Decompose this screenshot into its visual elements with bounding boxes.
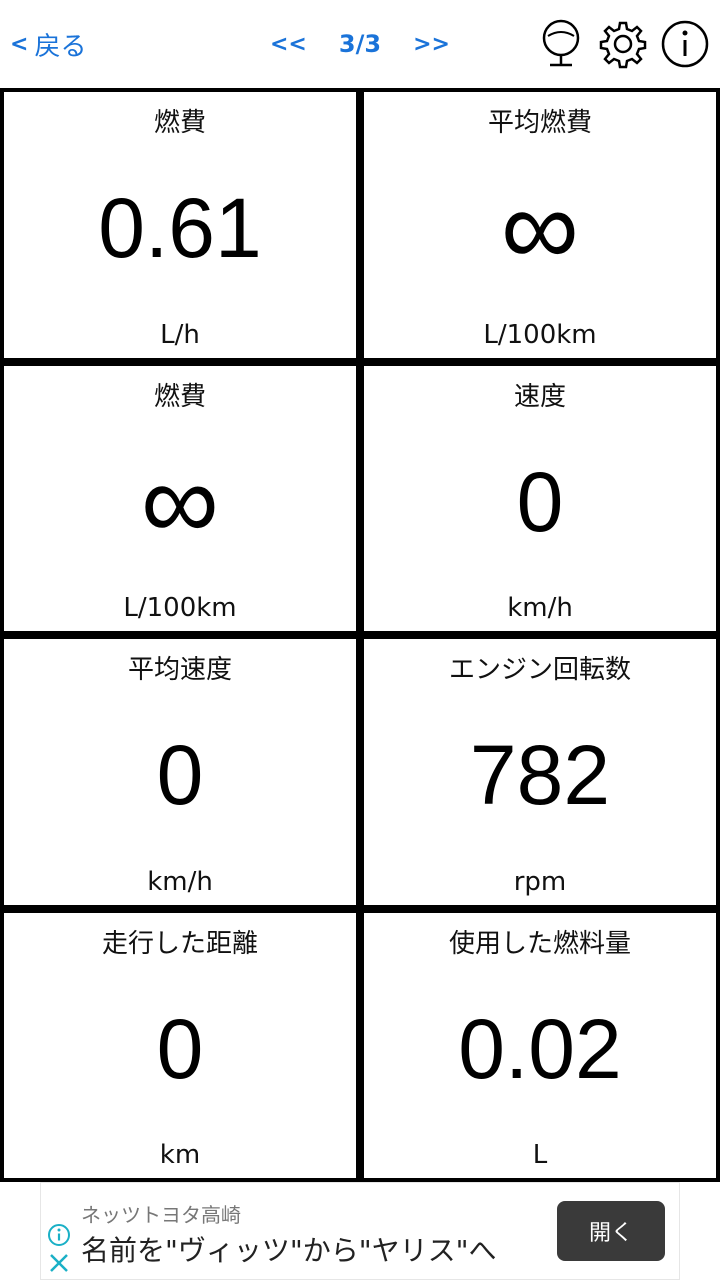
- gauge-label: 使用した燃料量: [448, 928, 631, 959]
- gauge-unit: km/h: [507, 593, 573, 623]
- gauge-label: 平均速度: [127, 655, 232, 685]
- gauge-fuel-consumption-per-distance[interactable]: 燃費 ∞ L/100km: [4, 365, 356, 631]
- gauge-value: 0.02: [458, 1001, 622, 1096]
- gauge-distance-traveled[interactable]: 走行した距離 0 km: [4, 912, 356, 1178]
- gauge-fuel-used[interactable]: 使用した燃料量 0.02 L: [364, 912, 716, 1178]
- gauge-unit: km/h: [147, 866, 213, 897]
- gauge-unit: km: [159, 1140, 201, 1170]
- gauge-value: ∞: [500, 166, 580, 289]
- previous-page-button[interactable]: <<: [270, 32, 307, 57]
- gauge-fuel-consumption-per-hour[interactable]: 燃費 0.61 L/h: [4, 92, 356, 358]
- gauge-label: エンジン回転数: [448, 655, 631, 685]
- info-icon[interactable]: [658, 17, 712, 71]
- gauge-unit: L/100km: [483, 319, 597, 350]
- ad-open-button[interactable]: 開く: [557, 1201, 665, 1261]
- top-bar: < 戻る << 3/3 >>: [0, 0, 720, 88]
- gauge-grid: 燃費 0.61 L/h 平均燃費 ∞ L/100km 燃費 ∞ L/100km …: [0, 88, 720, 1182]
- gauge-label: 走行した距離: [101, 928, 258, 959]
- gauge-unit: L: [532, 1140, 548, 1170]
- ad-info-icon[interactable]: [47, 1223, 71, 1247]
- ad-headline[interactable]: 名前を"ヴィッツ"から"ヤリス"へ: [81, 1229, 497, 1269]
- back-label: 戻る: [34, 31, 87, 62]
- back-button[interactable]: < 戻る: [10, 26, 86, 62]
- gauge-average-speed[interactable]: 平均速度 0 km/h: [4, 639, 356, 905]
- ad-banner[interactable]: ネッツトヨタ高崎 名前を"ヴィッツ"から"ヤリス"へ 開く: [40, 1182, 680, 1280]
- back-chevron-icon: <: [10, 31, 29, 57]
- gauge-value: 0.61: [98, 181, 262, 275]
- gauge-label: 燃費: [153, 108, 206, 138]
- gauge-value: 0: [156, 1001, 204, 1096]
- next-page-button[interactable]: >>: [413, 32, 450, 57]
- page-indicator: 3/3: [338, 30, 382, 58]
- ad-close-icon[interactable]: [47, 1251, 71, 1275]
- gauge-engine-rpm[interactable]: エンジン回転数 782 rpm: [364, 639, 716, 905]
- gauge-value: ∞: [140, 439, 220, 563]
- page-navigator: << 3/3 >>: [270, 26, 450, 62]
- gauge-value: 0: [156, 728, 204, 822]
- gauge-label: 平均燃費: [487, 108, 592, 138]
- gear-icon[interactable]: [596, 17, 650, 71]
- gauge-label: 燃費: [153, 381, 206, 412]
- toolbar-icons: [534, 16, 712, 72]
- gauge-average-fuel-consumption[interactable]: 平均燃費 ∞ L/100km: [364, 92, 716, 358]
- gauge-value: 782: [469, 728, 611, 822]
- gauge-unit: rpm: [513, 866, 567, 897]
- gauge-unit: L/h: [160, 319, 200, 350]
- gauge-label: 速度: [513, 381, 566, 412]
- gauge-value: 0: [516, 454, 564, 549]
- microphone-icon[interactable]: [534, 17, 588, 71]
- gauge-unit: L/100km: [123, 593, 237, 623]
- ad-sponsor: ネッツトヨタ高崎: [81, 1203, 241, 1227]
- gauge-speed[interactable]: 速度 0 km/h: [364, 365, 716, 631]
